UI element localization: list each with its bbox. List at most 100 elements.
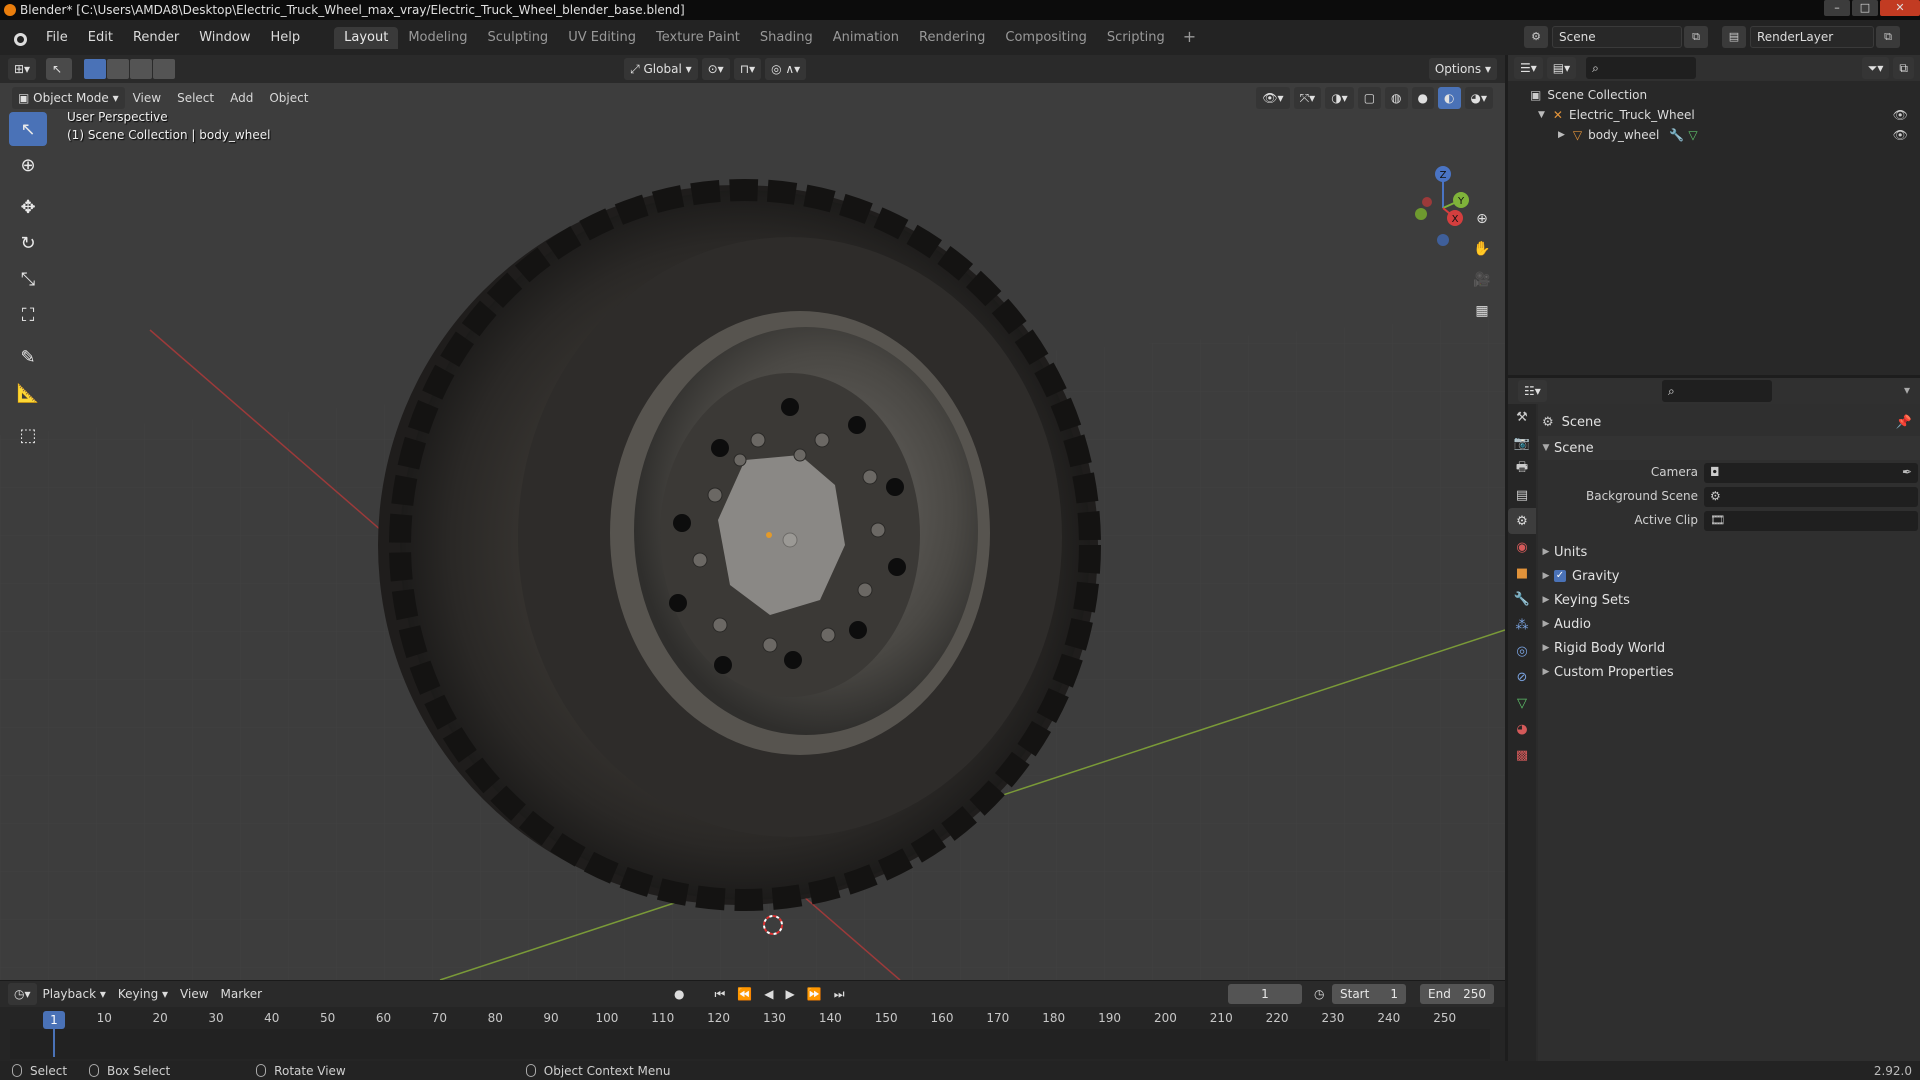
outliner-row-object[interactable]: ▶ ▽ body_wheel 🔧 ▽ 👁 bbox=[1508, 125, 1920, 145]
options-dropdown[interactable]: Options ▾ bbox=[1428, 58, 1497, 80]
visibility-eye-icon[interactable]: 👁 bbox=[1893, 108, 1908, 122]
select-box-tool-icon[interactable]: ↖ bbox=[9, 112, 47, 146]
wireframe-shading-icon[interactable]: ◍ bbox=[1385, 87, 1408, 109]
viewport-menu-add[interactable]: Add bbox=[222, 91, 261, 105]
viewport-menu-select[interactable]: Select bbox=[169, 91, 222, 105]
world-tab-icon[interactable]: ◉ bbox=[1508, 534, 1536, 560]
auto-keying-icon[interactable]: ● bbox=[668, 984, 690, 1004]
tab-rendering[interactable]: Rendering bbox=[909, 27, 995, 49]
camera-view-icon[interactable]: 🎥 bbox=[1468, 266, 1496, 294]
tab-texture-paint[interactable]: Texture Paint bbox=[646, 27, 750, 49]
menu-window[interactable]: Window bbox=[189, 27, 260, 49]
minimize-button[interactable]: – bbox=[1824, 0, 1850, 16]
filter-icon[interactable]: ⏷▾ bbox=[1861, 57, 1890, 79]
background-scene-field[interactable]: ⚙ bbox=[1704, 487, 1918, 507]
tool-tab-icon[interactable]: ⚒ bbox=[1508, 404, 1536, 430]
add-workspace-icon[interactable]: + bbox=[1175, 27, 1204, 49]
object-tab-icon[interactable]: ■ bbox=[1508, 560, 1536, 586]
blender-logo-icon[interactable] bbox=[8, 27, 30, 49]
material-preview-shading-icon[interactable]: ◐ bbox=[1438, 87, 1461, 109]
eyedropper-icon[interactable]: ✒ bbox=[1902, 465, 1912, 479]
pan-hand-icon[interactable]: ✋ bbox=[1468, 235, 1496, 263]
timeline-menu-keying[interactable]: Keying ▾ bbox=[112, 984, 174, 1004]
select-extend-icon[interactable] bbox=[107, 59, 130, 79]
measure-tool-icon[interactable]: 📐 bbox=[9, 376, 47, 410]
start-frame-field[interactable]: Start 1 bbox=[1332, 984, 1406, 1004]
new-scene-icon[interactable]: ⧉ bbox=[1684, 26, 1708, 48]
select-subtract-icon[interactable] bbox=[130, 59, 153, 79]
new-view-layer-icon[interactable]: ⧉ bbox=[1876, 26, 1900, 48]
play-icon[interactable]: ▶ bbox=[780, 984, 801, 1004]
outliner-search-input[interactable]: ⌕ bbox=[1586, 57, 1697, 79]
end-frame-field[interactable]: End 250 bbox=[1420, 984, 1494, 1004]
viewport-menu-object[interactable]: Object bbox=[261, 91, 316, 105]
pivot-point-icon[interactable]: ⊙▾ bbox=[701, 58, 730, 80]
menu-help[interactable]: Help bbox=[261, 27, 311, 49]
prev-keyframe-icon[interactable]: ⏪ bbox=[731, 984, 758, 1004]
transform-orientation-dropdown[interactable]: ⤢ Global ▾ bbox=[624, 58, 698, 80]
properties-search-input[interactable]: ⌕ bbox=[1662, 380, 1772, 402]
select-tool-icon[interactable]: ↖ bbox=[46, 58, 73, 80]
tab-uv-editing[interactable]: UV Editing bbox=[558, 27, 646, 49]
data-tab-icon[interactable]: ▽ bbox=[1508, 690, 1536, 716]
select-intersect-icon[interactable] bbox=[153, 59, 176, 79]
annotate-tool-icon[interactable]: ✎ bbox=[9, 340, 47, 374]
modifier-tab-icon[interactable]: 🔧 bbox=[1508, 586, 1536, 612]
menu-file[interactable]: File bbox=[36, 27, 78, 49]
particles-tab-icon[interactable]: ⁂ bbox=[1508, 612, 1536, 638]
outliner-row-scene-collection[interactable]: ▣ Scene Collection bbox=[1508, 85, 1920, 105]
rotate-tool-icon[interactable]: ↻ bbox=[9, 226, 47, 260]
panel-audio-header[interactable]: ▶ Audio bbox=[1538, 612, 1920, 636]
transform-tool-icon[interactable]: ⛶ bbox=[9, 298, 47, 332]
navigation-gizmo[interactable]: Z Y X bbox=[1405, 160, 1475, 250]
solid-shading-icon[interactable]: ● bbox=[1411, 87, 1435, 109]
expand-arrow-icon[interactable]: ▼ bbox=[1538, 110, 1545, 120]
visibility-eye-icon[interactable]: 👁 bbox=[1893, 128, 1908, 142]
snap-icon[interactable]: ⊓▾ bbox=[733, 58, 762, 80]
timeline-ruler[interactable]: 1 10 20 30 40 50 60 70 80 90 100 110 120 130 140 150 160… bbox=[10, 1007, 1490, 1029]
zoom-icon[interactable]: ⊕ bbox=[1468, 205, 1496, 233]
texture-tab-icon[interactable]: ▩ bbox=[1508, 742, 1536, 768]
new-collection-icon[interactable]: ⧉ bbox=[1893, 57, 1914, 79]
close-button[interactable]: ✕ bbox=[1880, 0, 1920, 16]
pin-icon[interactable]: 📌 bbox=[1896, 415, 1912, 430]
menu-render[interactable]: Render bbox=[123, 27, 189, 49]
tab-sculpting[interactable]: Sculpting bbox=[477, 27, 558, 49]
tab-scripting[interactable]: Scripting bbox=[1097, 27, 1175, 49]
gravity-checkbox[interactable]: ✓ bbox=[1554, 570, 1566, 582]
view-layer-selector-icon[interactable]: ▤ bbox=[1722, 26, 1746, 48]
xray-toggle-icon[interactable]: ▢ bbox=[1357, 87, 1382, 109]
jump-end-icon[interactable]: ⏭ bbox=[828, 984, 851, 1004]
panel-scene-header[interactable]: ▼ Scene bbox=[1538, 436, 1920, 460]
move-tool-icon[interactable]: ✥ bbox=[9, 190, 47, 224]
jump-start-icon[interactable]: ⏮ bbox=[709, 984, 732, 1004]
chevron-down-icon[interactable]: ▾ bbox=[1904, 383, 1910, 397]
display-mode-icon[interactable]: ▤▾ bbox=[1546, 57, 1577, 79]
perspective-toggle-icon[interactable]: ▦ bbox=[1468, 297, 1496, 325]
outliner-editor-type-icon[interactable]: ☰▾ bbox=[1514, 57, 1543, 79]
add-cube-tool-icon[interactable]: ⬚ bbox=[9, 418, 47, 452]
physics-tab-icon[interactable]: ◎ bbox=[1508, 638, 1536, 664]
timeline-menu-view[interactable]: View bbox=[174, 984, 214, 1004]
camera-field[interactable]: ◘ ✒ bbox=[1704, 463, 1918, 483]
panel-units-header[interactable]: ▶ Units bbox=[1538, 540, 1920, 564]
panel-keying-sets-header[interactable]: ▶ Keying Sets bbox=[1538, 588, 1920, 612]
timeline-menu-marker[interactable]: Marker bbox=[215, 984, 268, 1004]
select-new-icon[interactable] bbox=[84, 59, 107, 79]
scene-name-field[interactable]: Scene bbox=[1552, 26, 1682, 48]
scene-selector-icon[interactable]: ⚙ bbox=[1524, 26, 1548, 48]
current-frame-field[interactable]: 1 bbox=[1228, 984, 1302, 1004]
material-tab-icon[interactable]: ◕ bbox=[1508, 716, 1536, 742]
next-keyframe-icon[interactable]: ⏩ bbox=[801, 984, 828, 1004]
render-tab-icon[interactable]: 📷 bbox=[1508, 430, 1536, 456]
mode-dropdown[interactable]: ▣ Object Mode ▾ bbox=[12, 87, 125, 109]
tab-layout[interactable]: Layout bbox=[334, 26, 399, 49]
view-layer-tab-icon[interactable]: ▤ bbox=[1508, 482, 1536, 508]
panel-gravity-header[interactable]: ▶ ✓ Gravity bbox=[1538, 564, 1920, 588]
proportional-editing-icon[interactable]: ◎ ∧▾ bbox=[765, 58, 807, 80]
scale-tool-icon[interactable]: ⤡ bbox=[9, 262, 47, 296]
clock-icon[interactable]: ◷ bbox=[1308, 984, 1330, 1004]
properties-editor-type-icon[interactable]: ☷▾ bbox=[1518, 380, 1547, 402]
tab-compositing[interactable]: Compositing bbox=[995, 27, 1097, 49]
timeline-menu-playback[interactable]: Playback ▾ bbox=[37, 984, 112, 1004]
